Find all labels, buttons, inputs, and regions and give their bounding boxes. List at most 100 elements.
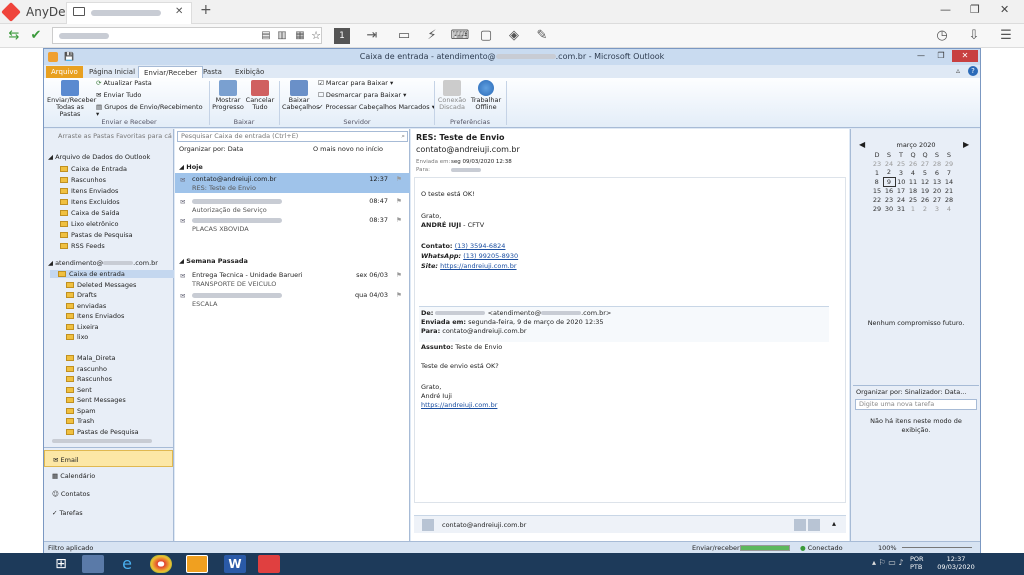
maximize-button[interactable]: ❐	[970, 3, 980, 16]
keyboard-icon[interactable]: ⌨	[450, 26, 470, 46]
close-window-button[interactable]: ✕	[1000, 3, 1009, 16]
tray-icons[interactable]: ▴ ⚐ ▭ ♪	[872, 558, 903, 567]
message-row[interactable]: ✉ ESCALA qua 04/03 ⚑	[175, 289, 410, 309]
calendar-day[interactable]: 4	[943, 204, 955, 213]
group-last-week[interactable]: ◢ Semana Passada	[179, 257, 248, 265]
module-email[interactable]: ✉ Email	[44, 450, 173, 467]
nav-folder[interactable]: Rascunhos	[60, 176, 106, 184]
chrome-icon[interactable]	[150, 555, 172, 573]
file-transfer-icon[interactable]: ▥	[272, 26, 292, 46]
calendar-day[interactable]: 5	[919, 168, 931, 177]
download-icon[interactable]: ⇩	[964, 26, 984, 46]
nav-folder[interactable]: lixo	[66, 333, 88, 341]
send-all-button[interactable]: ✉ Enviar Tudo	[96, 92, 206, 99]
cancel-all-button[interactable]: Cancelar Tudo	[244, 80, 276, 111]
calendar-day[interactable]: 11	[907, 177, 919, 186]
contact-phone-link[interactable]: (13) 3594-6824	[455, 242, 506, 250]
nav-folder[interactable]: Pastas de Pesquisa	[66, 428, 139, 436]
nav-folder[interactable]: Spam	[66, 407, 96, 415]
ribbon-collapse-icon[interactable]: ▵	[956, 66, 960, 75]
ol-maximize-button[interactable]: ❐	[932, 50, 950, 62]
word-icon[interactable]: W	[224, 555, 246, 573]
nav-folder[interactable]: RSS Feeds	[60, 242, 105, 250]
session-tab[interactable]: ✕	[66, 2, 192, 24]
favorite-icon[interactable]: ☆	[306, 26, 326, 46]
search-input[interactable]: Pesquisar Caixa de entrada (Ctrl+E) ⌕	[177, 131, 408, 142]
actions-icon[interactable]: ⚡	[422, 26, 442, 46]
calendar-day[interactable]: 26	[907, 159, 919, 168]
calendar-day[interactable]: 3	[895, 168, 907, 177]
second-account[interactable]	[52, 437, 152, 445]
module-tasks[interactable]: ✓ Tarefas	[52, 509, 83, 517]
update-folder-button[interactable]: ⟳ Atualizar Pasta	[96, 80, 206, 87]
calendar-day[interactable]: 13	[931, 177, 943, 186]
expand-people-icon[interactable]: ▴	[832, 519, 836, 528]
nav-folder[interactable]: Sent Messages	[66, 396, 126, 404]
calendar-day[interactable]: 4	[907, 168, 919, 177]
ol-close-button[interactable]: ✕	[952, 50, 978, 62]
task-arrange-dropdown[interactable]: Organizar por: Sinalizador: Data...	[853, 385, 979, 397]
calendar-day[interactable]: 29	[943, 159, 955, 168]
module-contacts[interactable]: ☺ Contatos	[52, 490, 90, 498]
arrange-by-dropdown[interactable]: Organizar por: Data	[179, 145, 243, 153]
process-headers-button[interactable]: ✓ Processar Cabeçalhos Marcados ▾	[318, 104, 448, 111]
zoom-slider[interactable]	[902, 547, 972, 548]
calendar-day[interactable]: 31	[895, 204, 907, 213]
calendar-day[interactable]: 28	[943, 195, 955, 204]
unmark-download-button[interactable]: ☐ Desmarcar para Baixar ▾	[318, 92, 438, 99]
nav-folder[interactable]: rascunho	[66, 365, 107, 373]
switch-sides-icon[interactable]: ⇥	[362, 26, 382, 46]
anydesk-task-icon[interactable]	[258, 555, 280, 573]
group-today[interactable]: ◢ Hoje	[179, 163, 203, 171]
flag-icon[interactable]: ⚑	[396, 291, 402, 299]
tab-file[interactable]: Arquivo	[46, 66, 83, 78]
calendar-day[interactable]: 14	[943, 177, 955, 186]
whiteboard-icon[interactable]: ✎	[532, 26, 552, 46]
nav-folder[interactable]: Deleted Messages	[66, 281, 136, 289]
nav-folder[interactable]: Rascunhos	[66, 375, 112, 383]
message-row[interactable]: ✉ contato@andreiuji.com.br RES: Teste de E…	[175, 173, 410, 193]
calendar-day[interactable]: 16	[883, 186, 895, 195]
calendar-day[interactable]: 18	[907, 186, 919, 195]
chat-icon[interactable]: ▭	[394, 26, 414, 46]
nav-folder[interactable]: enviadas	[66, 302, 106, 310]
message-row[interactable]: ✉ Autorização de Serviço 08:47 ⚑	[175, 195, 410, 215]
calendar-day[interactable]: 1	[907, 204, 919, 213]
calendar-day[interactable]: 22	[871, 195, 883, 204]
calendar-day[interactable]: 25	[907, 195, 919, 204]
calendar-day[interactable]: 21	[943, 186, 955, 195]
calendar-day[interactable]: 26	[919, 195, 931, 204]
calendar-day[interactable]: 15	[871, 186, 883, 195]
ol-minimize-button[interactable]: —	[912, 50, 930, 62]
calendar-day[interactable]: 6	[931, 168, 943, 177]
clock[interactable]: 12:37 09/03/2020	[936, 555, 976, 571]
nav-folder[interactable]: Caixa de Entrada	[60, 165, 127, 173]
whatsapp-link[interactable]: (13) 99205-8930	[463, 252, 518, 260]
save-icon[interactable]: 💾	[64, 49, 74, 65]
nav-folder[interactable]: Trash	[66, 417, 94, 425]
nav-folder[interactable]: Sent	[66, 386, 92, 394]
message-row[interactable]: ✉ PLACAS XBOVIDA 08:37 ⚑	[175, 214, 410, 234]
nav-folder[interactable]: Lixeira	[66, 323, 99, 331]
calendar-day[interactable]: 25	[895, 159, 907, 168]
groups-button[interactable]: ▤ Grupos de Envio/Recebimento ▾	[96, 104, 206, 118]
this-pc-icon[interactable]	[82, 555, 104, 573]
nav-folder[interactable]: Drafts	[66, 291, 97, 299]
windows-start-icon[interactable]: ⊞	[50, 555, 72, 573]
site-link[interactable]: https://andreiuji.com.br	[440, 262, 516, 270]
calendar-day[interactable]: 24	[883, 159, 895, 168]
send-receive-all-button[interactable]: Enviar/Receber Todas as Pastas	[47, 80, 96, 118]
work-offline-button[interactable]: Trabalhar Offline	[469, 80, 503, 111]
calendar-day[interactable]: 20	[931, 186, 943, 195]
menu-icon[interactable]: ☰	[996, 26, 1016, 46]
nav-folder[interactable]: Caixa de entrada	[50, 270, 174, 278]
message-row[interactable]: ✉ Entrega Tecnica - Unidade Barueri TRANSP…	[175, 269, 410, 289]
permissions-icon[interactable]: ◈	[504, 26, 524, 46]
calendar-day[interactable]: 8	[871, 177, 883, 186]
display-icon[interactable]: ▢	[476, 26, 496, 46]
download-headers-button[interactable]: Baixar Cabeçalhos	[282, 80, 320, 111]
calendar-day[interactable]: 23	[883, 195, 895, 204]
monitor-select-button[interactable]: 1	[334, 28, 350, 44]
tab-view[interactable]: Exibição	[230, 66, 269, 78]
minimize-button[interactable]: —	[940, 3, 951, 16]
